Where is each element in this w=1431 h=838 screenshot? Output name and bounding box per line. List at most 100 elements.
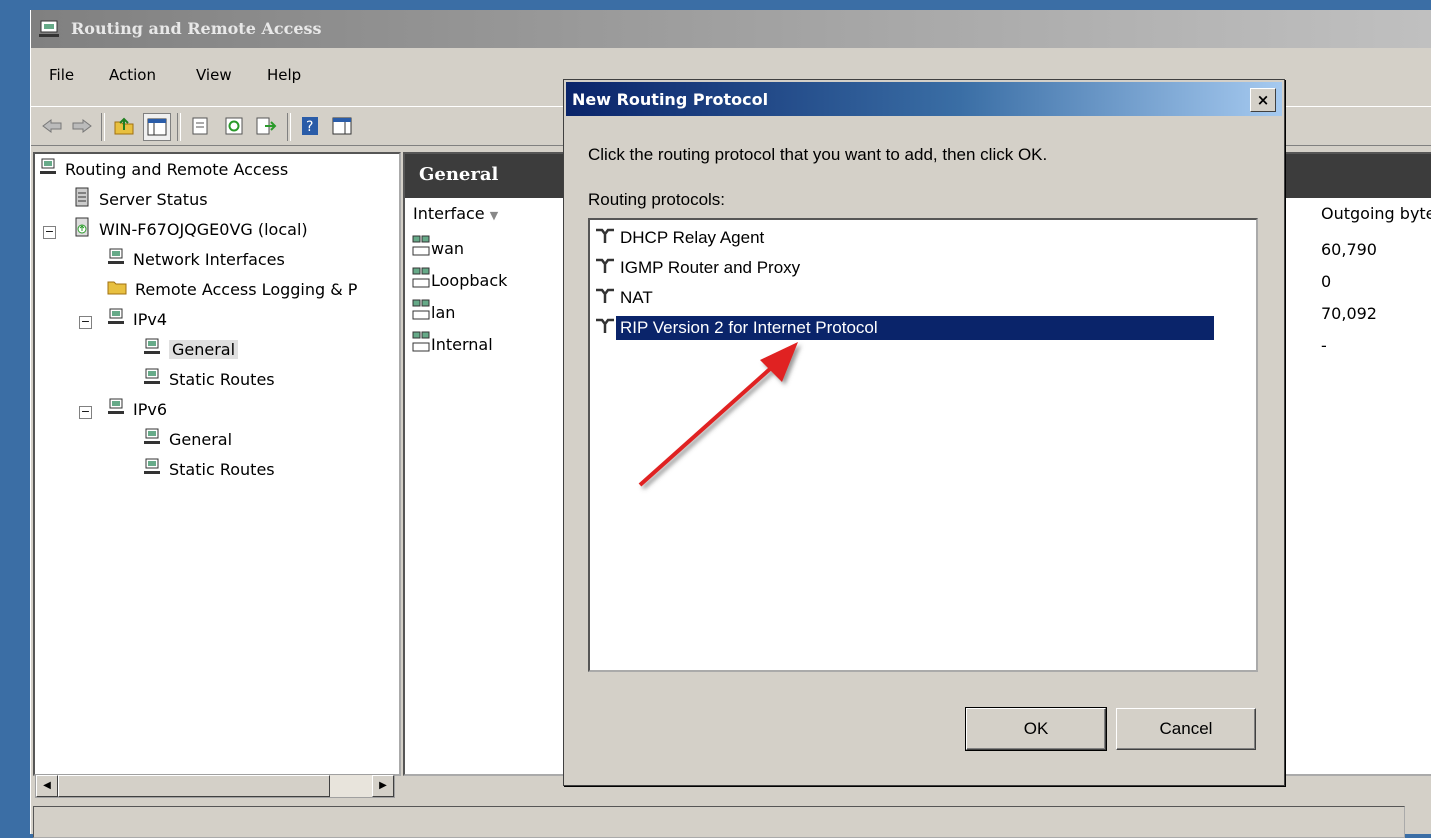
scroll-thumb[interactable]	[58, 775, 330, 797]
general-icon	[143, 338, 161, 360]
tree-network-interfaces-label: Network Interfaces	[133, 249, 285, 269]
main-title-bar[interactable]: Routing and Remote Access	[31, 10, 1431, 48]
server-icon	[73, 217, 91, 241]
main-window-title: Routing and Remote Access	[71, 19, 322, 38]
rras-app-icon	[37, 19, 61, 43]
properties-icon[interactable]	[187, 113, 213, 139]
column-header-interface-label: Interface	[413, 204, 485, 223]
protocol-label: NAT	[620, 288, 653, 307]
dialog-title: New Routing Protocol	[572, 90, 769, 109]
static-routes-icon	[143, 458, 161, 480]
interface-name: Internal	[431, 334, 493, 354]
tree-remote-access-logging-label: Remote Access Logging & P	[135, 279, 358, 299]
routing-protocols-label: Routing protocols:	[588, 190, 726, 209]
protocol-icon	[594, 317, 616, 340]
forward-icon[interactable]	[69, 113, 95, 139]
up-folder-icon[interactable]	[111, 113, 137, 139]
server-status-icon	[73, 187, 91, 211]
ipv6-icon	[107, 398, 125, 420]
close-icon[interactable]: ×	[1250, 88, 1276, 112]
menu-file[interactable]: File	[49, 62, 74, 88]
table-row[interactable]: wan	[411, 234, 464, 262]
tree-ipv6-general[interactable]: General	[143, 426, 232, 452]
tree-ipv4-general[interactable]: General	[143, 336, 239, 362]
protocol-item-dhcp-relay[interactable]: DHCP Relay Agent	[594, 224, 768, 252]
export-list-icon[interactable]	[253, 113, 279, 139]
tree-ipv6-general-label: General	[169, 429, 233, 449]
details-header-title: General	[419, 164, 499, 185]
status-bar	[33, 806, 1405, 838]
static-routes-icon	[143, 368, 161, 390]
expander-ipv4[interactable]: −	[79, 316, 92, 329]
menu-view[interactable]: View	[196, 62, 232, 88]
tree-ipv6-label: IPv6	[133, 399, 168, 419]
expander-ipv6[interactable]: −	[79, 406, 92, 419]
tree-ipv6[interactable]: IPv6	[107, 396, 167, 422]
tree-ipv4-static-routes-label: Static Routes	[169, 369, 275, 389]
svg-text:?: ?	[306, 119, 313, 135]
sort-arrow-icon: ▼	[489, 209, 499, 222]
tree-remote-access-logging[interactable]: Remote Access Logging & P	[107, 276, 357, 302]
tree-server-status-label: Server Status	[99, 189, 208, 209]
dialog-title-bar[interactable]: New Routing Protocol ×	[566, 82, 1282, 116]
table-row[interactable]: Loopback	[411, 266, 507, 294]
protocol-icon	[594, 227, 616, 250]
protocol-item-igmp[interactable]: IGMP Router and Proxy	[594, 254, 804, 282]
toolbar-separator	[287, 113, 291, 141]
scroll-left-icon[interactable]: ◀	[36, 775, 58, 797]
tree-server-status[interactable]: Server Status	[73, 186, 208, 212]
scroll-right-icon[interactable]: ▶	[372, 775, 394, 797]
tree-ipv4[interactable]: IPv4	[107, 306, 167, 332]
general-icon	[143, 428, 161, 450]
tree-horizontal-scrollbar[interactable]: ◀ ▶	[35, 774, 395, 798]
scroll-left-icon[interactable]: ◀	[406, 775, 428, 776]
tree-ipv6-static-routes-label: Static Routes	[169, 459, 275, 479]
cancel-button[interactable]: Cancel	[1116, 708, 1256, 750]
refresh-icon[interactable]	[221, 113, 247, 139]
interface-icon	[411, 235, 431, 261]
console-tree[interactable]: Routing and Remote Access Server Status …	[33, 152, 401, 798]
interface-name: wan	[431, 238, 465, 258]
outgoing-bytes: 70,092	[1321, 304, 1377, 323]
tree-server-label: WIN-F67OJQGE0VG (local)	[99, 219, 308, 239]
table-row[interactable]: lan	[411, 298, 455, 326]
dialog-instruction: Click the routing protocol that you want…	[588, 145, 1048, 164]
tree-server[interactable]: WIN-F67OJQGE0VG (local)	[73, 216, 308, 242]
help-icon[interactable]: ?	[297, 113, 323, 139]
network-interfaces-icon	[107, 248, 125, 270]
rras-icon	[39, 158, 57, 180]
tree-ipv4-label: IPv4	[133, 309, 168, 329]
ok-button[interactable]: OK	[965, 707, 1107, 751]
tree-ipv6-static-routes[interactable]: Static Routes	[143, 456, 275, 482]
protocol-item-nat[interactable]: NAT	[594, 284, 657, 312]
column-header-outgoing[interactable]: Outgoing byte	[1321, 204, 1431, 230]
outgoing-bytes: -	[1321, 336, 1327, 355]
column-header-interface[interactable]: Interface ▼	[413, 204, 564, 230]
menu-action[interactable]: Action	[109, 62, 156, 88]
show-hide-tree-icon[interactable]	[143, 113, 171, 141]
interface-name: Loopback	[431, 270, 508, 290]
tree-root-label: Routing and Remote Access	[65, 159, 289, 179]
tree-network-interfaces[interactable]: Network Interfaces	[107, 246, 285, 272]
interface-icon	[411, 299, 431, 325]
interface-icon	[411, 267, 431, 293]
toolbar-separator	[177, 113, 181, 141]
menu-help[interactable]: Help	[267, 62, 301, 88]
interface-name: lan	[431, 302, 456, 322]
outgoing-bytes: 60,790	[1321, 240, 1377, 259]
expander-server[interactable]: −	[43, 226, 56, 239]
action-pane-icon[interactable]	[329, 113, 355, 139]
tree-root[interactable]: Routing and Remote Access	[39, 156, 288, 182]
interface-icon	[411, 331, 431, 357]
folder-icon	[107, 278, 127, 300]
ipv4-icon	[107, 308, 125, 330]
table-row[interactable]: Internal	[411, 330, 493, 358]
tree-ipv4-general-label: General	[169, 339, 239, 359]
protocol-label: DHCP Relay Agent	[620, 228, 765, 247]
outgoing-bytes: 0	[1321, 272, 1332, 291]
tree-ipv4-static-routes[interactable]: Static Routes	[143, 366, 275, 392]
protocol-icon	[594, 257, 616, 280]
annotation-arrow-icon	[638, 342, 798, 487]
protocol-label: IGMP Router and Proxy	[620, 258, 801, 277]
back-icon[interactable]	[39, 113, 65, 139]
